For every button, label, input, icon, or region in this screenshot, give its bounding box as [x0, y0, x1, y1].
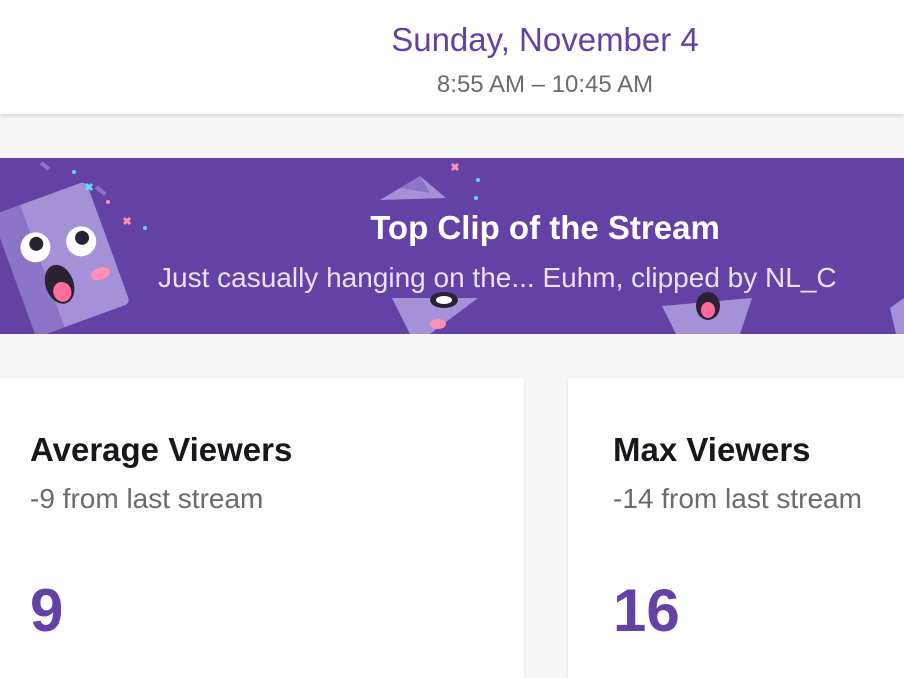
average-viewers-card: Average Viewers -9 from last stream 9 [0, 378, 524, 678]
stream-header: Sunday, November 4 8:55 AM – 10:45 AM [0, 0, 904, 114]
max-viewers-label: Max Viewers [613, 431, 811, 468]
stream-time-range: 8:55 AM – 10:45 AM [436, 71, 654, 98]
average-viewers-label: Average Viewers [30, 431, 293, 468]
average-viewers-change: -9 from last stream [30, 483, 264, 514]
average-viewers-value: 9 [30, 577, 64, 644]
max-viewers-card: Max Viewers -14 from last stream 16 [568, 378, 904, 678]
max-viewers-change: -14 from last stream [613, 483, 862, 514]
top-clip-subtitle[interactable]: Just casually hanging on the... Euhm, cl… [158, 261, 837, 295]
top-clip-heading: Top Clip of the Stream [370, 209, 720, 246]
top-clip-banner[interactable]: Top Clip of the Stream Just casually han… [0, 158, 904, 334]
stream-date: Sunday, November 4 [391, 21, 699, 58]
max-viewers-value: 16 [613, 577, 680, 644]
